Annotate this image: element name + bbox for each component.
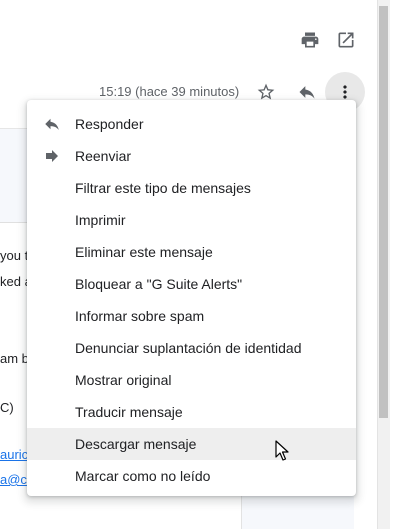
menu-item-label: Descargar mensaje	[75, 436, 197, 452]
body-text-fragment: ked a	[0, 274, 28, 289]
menu-item-mark-unread[interactable]: Marcar como no leído	[27, 460, 356, 492]
menu-item-report-spam[interactable]: Informar sobre spam	[27, 300, 356, 332]
menu-item-forward[interactable]: Reenviar	[27, 140, 356, 172]
message-options-menu: Responder Reenviar Filtrar este tipo de …	[27, 100, 356, 496]
menu-item-label: Informar sobre spam	[75, 308, 205, 324]
menu-item-label: Bloquear a "G Suite Alerts"	[75, 276, 243, 292]
message-timestamp: 15:19 (hace 39 minutos)	[99, 84, 240, 99]
body-text-fragment: C)	[0, 400, 14, 415]
body-text-fragment: you t	[0, 248, 28, 263]
menu-item-print[interactable]: Imprimir	[27, 204, 356, 236]
open-in-new-window-icon[interactable]	[334, 28, 358, 52]
menu-item-translate-message[interactable]: Traducir mensaje	[27, 396, 356, 428]
print-icon[interactable]	[298, 28, 322, 52]
menu-item-label: Filtrar este tipo de mensajes	[75, 180, 251, 196]
divider	[0, 222, 28, 223]
menu-item-block-sender[interactable]: Bloquear a "G Suite Alerts"	[27, 268, 356, 300]
menu-item-label: Marcar como no leído	[75, 468, 211, 484]
menu-item-label: Reenviar	[75, 148, 132, 164]
menu-item-delete-message[interactable]: Eliminar este mensaje	[27, 236, 356, 268]
menu-item-reply[interactable]: Responder	[27, 108, 356, 140]
menu-item-label: Eliminar este mensaje	[75, 244, 213, 260]
message-body-background	[0, 128, 28, 223]
body-link-fragment[interactable]: auric	[0, 447, 28, 462]
menu-item-label: Traducir mensaje	[75, 404, 183, 420]
mouse-cursor-icon	[275, 440, 289, 462]
menu-item-filter-messages[interactable]: Filtrar este tipo de mensajes	[27, 172, 356, 204]
reply-icon	[43, 115, 61, 133]
scrollbar-thumb[interactable]	[379, 6, 388, 418]
body-link-fragment[interactable]: a@c	[0, 472, 28, 487]
menu-item-label: Imprimir	[75, 212, 126, 228]
menu-item-label: Mostrar original	[75, 372, 172, 388]
body-text-fragment: am b	[0, 351, 28, 366]
forward-icon	[43, 147, 61, 165]
more-vert-icon	[343, 85, 347, 99]
menu-item-label: Denunciar suplantación de identidad	[75, 340, 302, 356]
menu-item-show-original[interactable]: Mostrar original	[27, 364, 356, 396]
menu-item-download-message[interactable]: Descargar mensaje	[27, 428, 356, 460]
side-panel-background	[241, 496, 354, 529]
menu-item-label: Responder	[75, 116, 144, 132]
menu-item-report-phishing[interactable]: Denunciar suplantación de identidad	[27, 332, 356, 364]
